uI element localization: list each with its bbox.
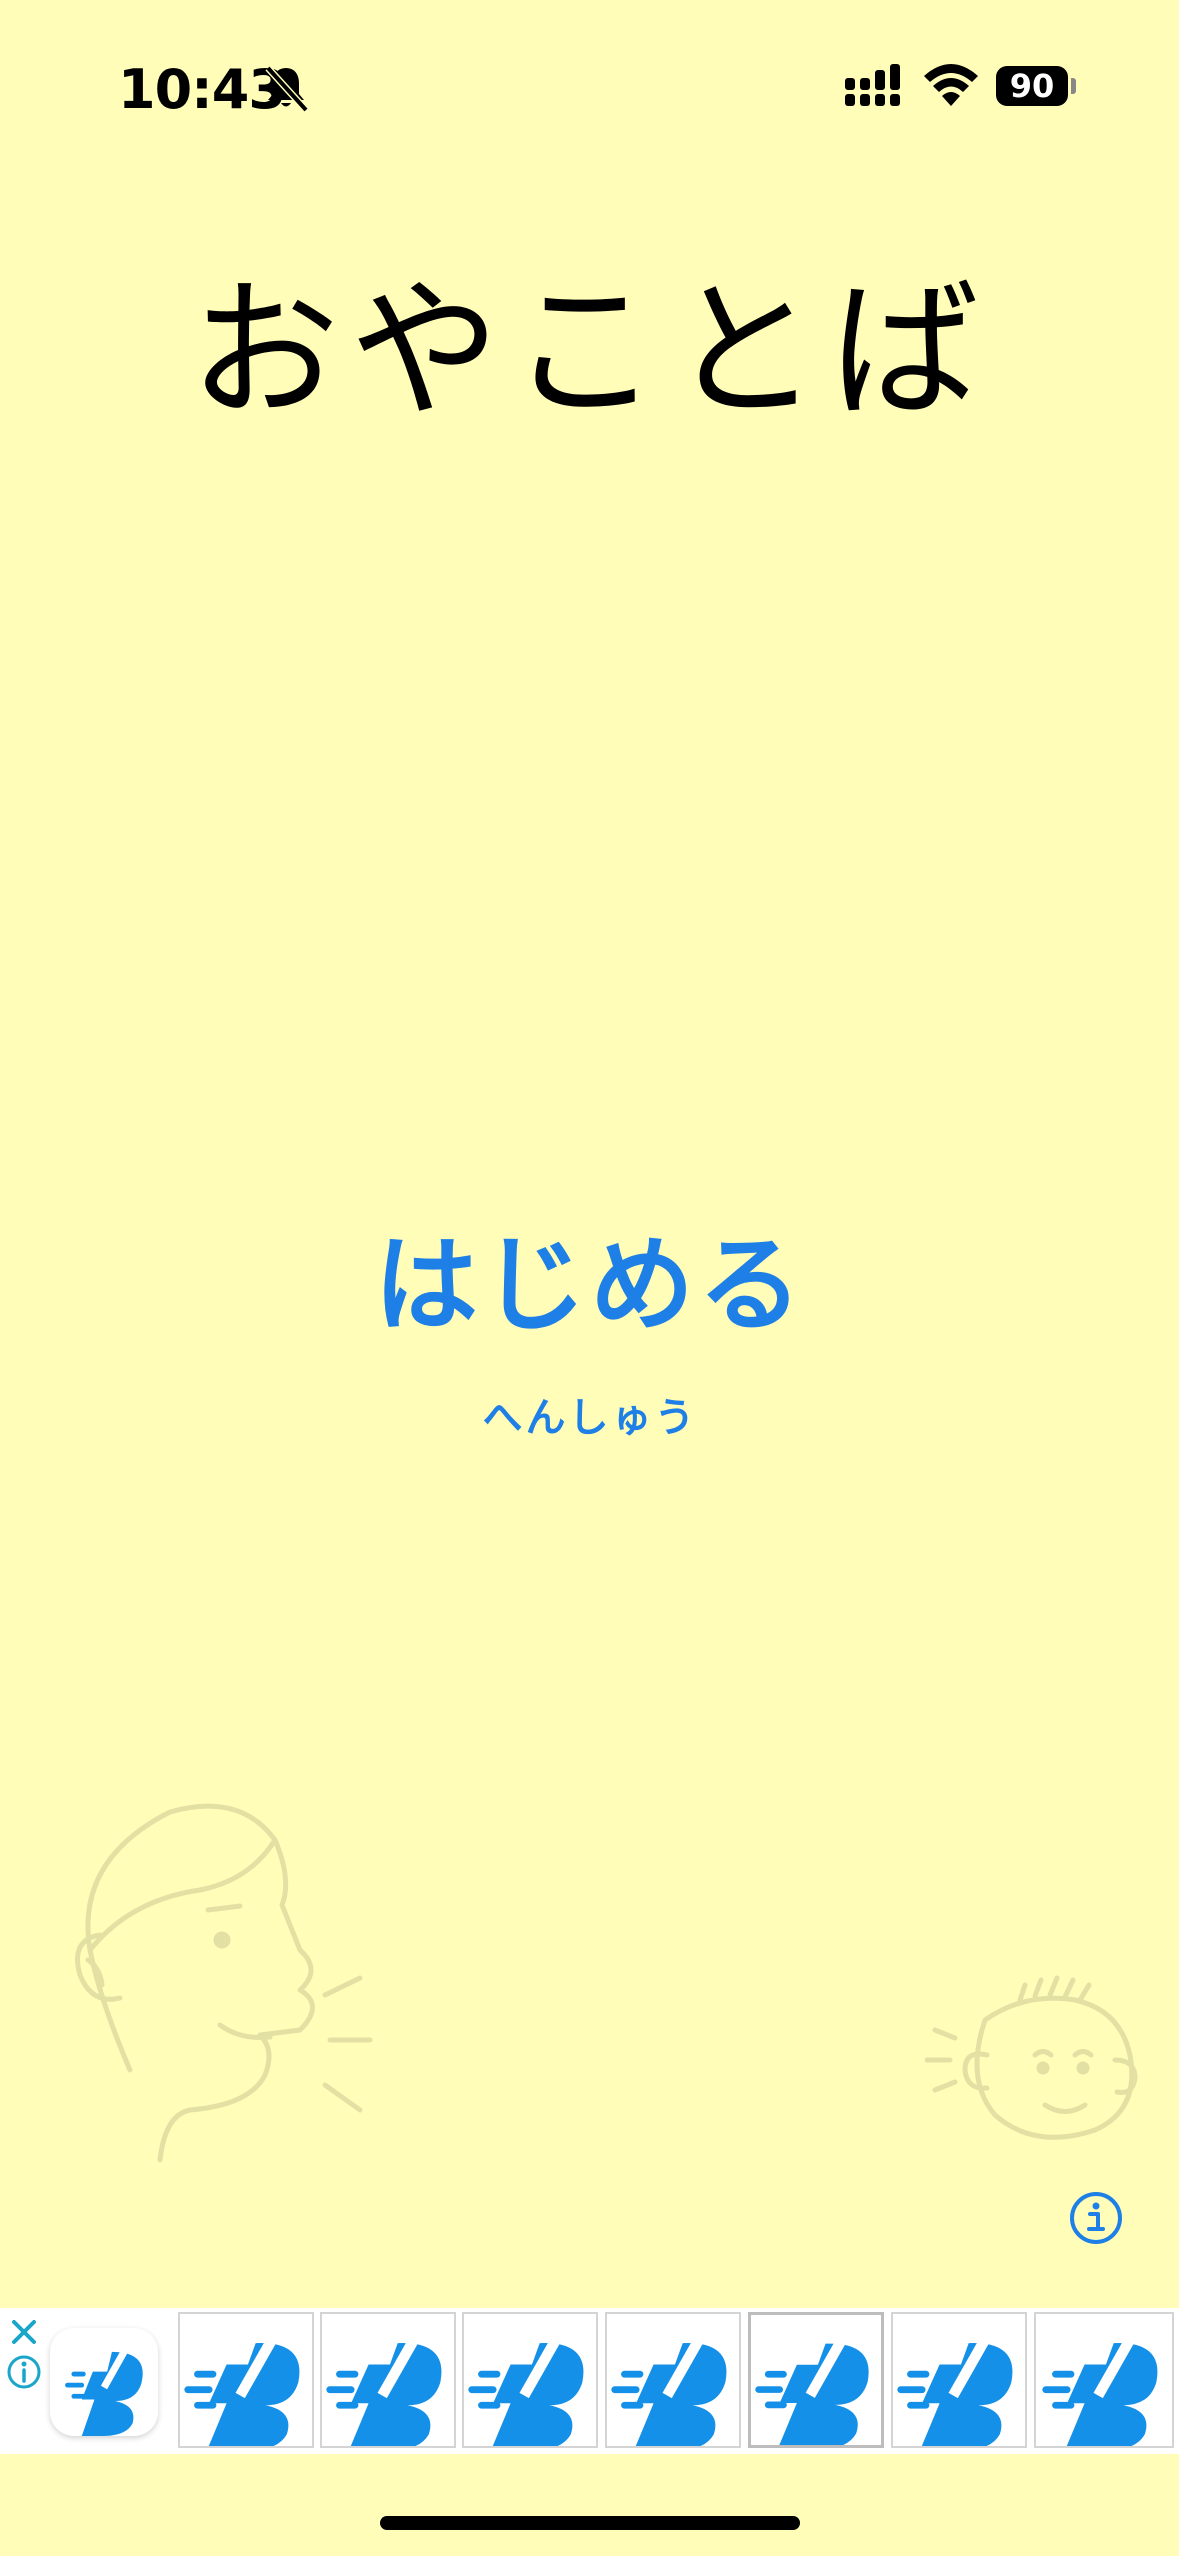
status-bar: 10:43 90 xyxy=(0,0,1179,170)
ad-tile[interactable] xyxy=(605,2312,741,2448)
ad-logo-icon xyxy=(65,2340,143,2436)
ad-tile[interactable] xyxy=(320,2312,456,2448)
page-title: おやことば xyxy=(189,265,990,439)
ad-logo-icon xyxy=(755,2321,869,2445)
start-button[interactable]: はじめる xyxy=(340,1200,840,1351)
ad-logo-icon xyxy=(468,2321,584,2446)
ad-logo-icon xyxy=(184,2321,300,2446)
ad-tile[interactable] xyxy=(891,2312,1027,2448)
wifi-icon xyxy=(924,64,978,106)
battery-level: 90 xyxy=(996,66,1068,106)
child-face-illustration xyxy=(925,1975,1138,2140)
battery-cap xyxy=(1071,78,1076,94)
father-speaking-illustration xyxy=(75,1803,373,2163)
bell-slash-icon xyxy=(265,65,309,113)
ad-tile[interactable] xyxy=(1034,2312,1174,2448)
ad-tile[interactable] xyxy=(178,2312,314,2448)
edit-button[interactable]: へんしゅう xyxy=(440,1385,740,1443)
ad-logo-icon xyxy=(897,2321,1013,2446)
ad-logo-icon xyxy=(326,2321,442,2446)
ad-close-icon[interactable] xyxy=(6,2314,42,2350)
home-indicator[interactable] xyxy=(380,2516,800,2530)
battery-icon: 90 xyxy=(996,62,1080,110)
info-icon[interactable] xyxy=(1069,2191,1123,2245)
ad-tile-selected[interactable] xyxy=(748,2312,884,2448)
ad-logo-icon xyxy=(611,2321,727,2446)
status-time: 10:43 xyxy=(118,58,286,121)
ad-logo-icon xyxy=(1042,2321,1158,2446)
ad-tile[interactable] xyxy=(462,2312,598,2448)
ad-info-icon[interactable] xyxy=(6,2354,42,2390)
signal-icon xyxy=(845,64,900,106)
ad-app-icon[interactable] xyxy=(50,2328,158,2436)
